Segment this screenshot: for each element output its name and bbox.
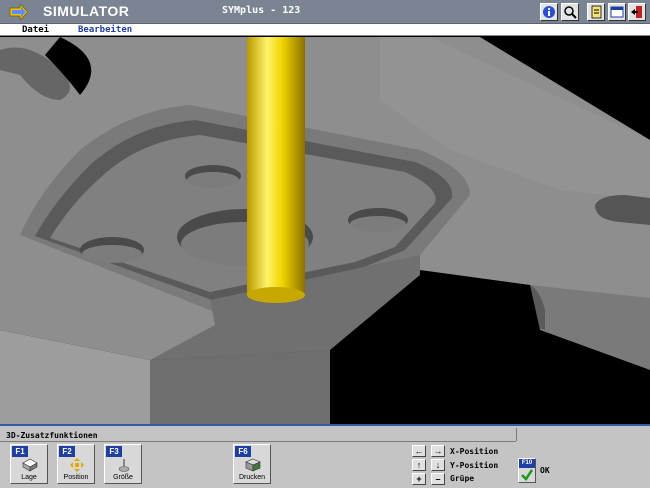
zoom-button[interactable] <box>561 3 579 21</box>
window-icon <box>610 6 624 18</box>
arrow-right-icon <box>9 4 28 20</box>
menu-bearbeiten[interactable]: Bearbeiten <box>78 24 132 36</box>
size-label: Grüpe <box>450 474 475 483</box>
f6-label: Drucken <box>238 474 266 481</box>
simulation-viewport[interactable] <box>0 37 650 424</box>
f3-tag: F3 <box>106 446 122 457</box>
info-button[interactable] <box>540 3 558 21</box>
f3-label: Größe <box>113 474 133 481</box>
milling-tool <box>247 37 305 303</box>
panel-divider <box>0 441 516 442</box>
menu-bar: Datei Bearbeiten <box>0 24 650 36</box>
panel-title: 3D-Zusatzfunktionen <box>6 431 98 440</box>
panel-vdivider <box>516 428 517 441</box>
x-increase-button[interactable]: → <box>431 445 445 457</box>
ok-label: OK <box>540 466 550 475</box>
function-panel: 3D-Zusatzfunktionen F1 Lage F2 Position … <box>0 424 650 488</box>
f1-label: Lage <box>21 474 37 481</box>
x-position-label: X-Position <box>450 447 499 456</box>
size-decrease-button[interactable]: – <box>431 473 445 485</box>
window-button[interactable] <box>608 3 626 21</box>
app-title: SIMULATOR <box>43 3 130 19</box>
print-cube-icon <box>245 458 261 472</box>
checkmark-icon <box>521 469 533 481</box>
f1-lage-button[interactable]: F1 Lage <box>10 444 48 484</box>
f2-label: Position <box>63 474 89 481</box>
exit-button[interactable] <box>628 3 646 21</box>
3d-workpiece-scene <box>0 37 650 424</box>
f6-tag: F6 <box>235 446 251 457</box>
menu-datei[interactable]: Datei <box>22 24 49 36</box>
window-title: SYMplus - 123 <box>222 5 301 16</box>
magnifier-icon <box>564 6 577 19</box>
notes-button[interactable] <box>587 3 605 21</box>
info-icon <box>543 6 555 18</box>
f10-tag: F10 <box>519 459 535 468</box>
title-bar: SIMULATOR SYMplus - 123 <box>0 0 650 24</box>
scale-icon <box>118 459 130 472</box>
y-down-button[interactable]: ↓ <box>431 459 445 471</box>
f1-tag: F1 <box>12 446 28 457</box>
f2-position-button[interactable]: F2 Position <box>57 444 95 484</box>
move-arrows-icon <box>70 458 84 472</box>
f2-tag: F2 <box>59 446 75 457</box>
y-up-button[interactable]: ↑ <box>412 459 426 471</box>
x-decrease-button[interactable]: ← <box>412 445 426 457</box>
size-increase-button[interactable]: + <box>412 473 426 485</box>
f3-groesse-button[interactable]: F3 Größe <box>104 444 142 484</box>
ok-button[interactable]: F10 <box>518 458 536 483</box>
exit-door-icon <box>631 6 642 18</box>
rotate-cube-icon <box>22 458 38 472</box>
y-position-label: Y-Position <box>450 461 499 470</box>
notepad-icon <box>591 5 602 19</box>
f6-drucken-button[interactable]: F6 Drucken <box>233 444 271 484</box>
